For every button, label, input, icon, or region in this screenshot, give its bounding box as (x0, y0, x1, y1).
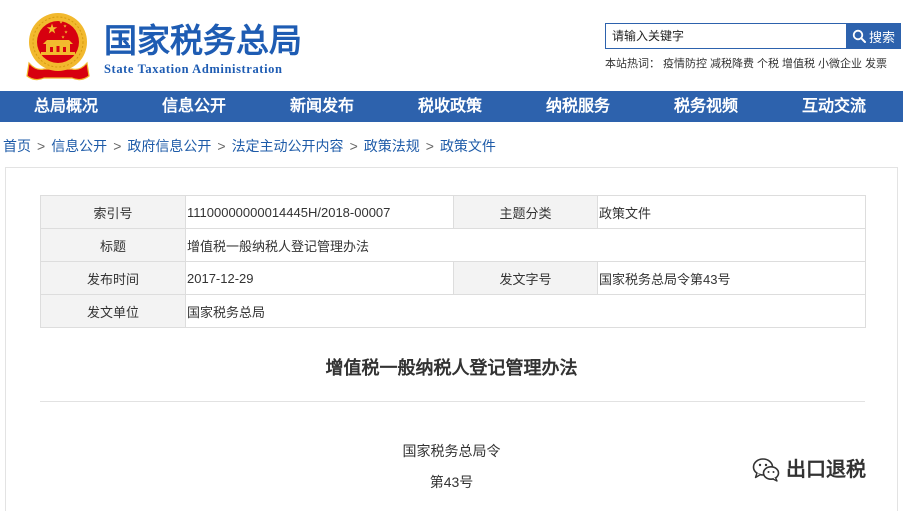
hot-words: 本站热词： 疫情防控 减税降费 个税 增值税 小微企业 发票 (605, 57, 887, 71)
breadcrumb-item[interactable]: 法定主动公开内容 (232, 138, 344, 154)
national-emblem-icon[interactable] (26, 11, 90, 83)
hot-word-link[interactable]: 小微企业 (818, 57, 862, 71)
site-subtitle-en: State Taxation Administration (104, 62, 283, 76)
search-bar: 搜索 (605, 23, 901, 49)
info-value-topic: 政策文件 (597, 195, 866, 229)
breadcrumb-item[interactable]: 信息公开 (51, 138, 107, 154)
breadcrumb-separator: > (113, 138, 122, 154)
info-label-index-no: 索引号 (40, 195, 186, 229)
document-info-table: 索引号 11100000000014445H/2018-00007 主题分类 政… (40, 195, 866, 328)
info-value-doc-no: 国家税务总局令第43号 (597, 261, 866, 295)
nav-item-tax-policy[interactable]: 税收政策 (386, 91, 514, 122)
table-row: 发布时间 2017-12-29 发文字号 国家税务总局令第43号 (40, 261, 866, 295)
breadcrumb-separator: > (217, 138, 226, 154)
site-header: 国家税务总局 State Taxation Administration 搜索 … (0, 0, 903, 91)
search-button[interactable]: 搜索 (846, 23, 901, 49)
info-label-issuer: 发文单位 (40, 294, 186, 328)
title-divider (40, 401, 865, 402)
nav-item-tax-video[interactable]: 税务视频 (642, 91, 770, 122)
nav-item-news[interactable]: 新闻发布 (258, 91, 386, 122)
breadcrumb-separator: > (349, 138, 358, 154)
breadcrumb-separator: > (37, 138, 46, 154)
table-row: 发文单位 国家税务总局 (40, 294, 866, 328)
site-title[interactable]: 国家税务总局 (104, 21, 302, 61)
hot-words-label: 本站热词： (605, 58, 660, 70)
nav-item-interaction[interactable]: 互动交流 (770, 91, 898, 122)
nav-item-overview[interactable]: 总局概况 (2, 91, 130, 122)
search-icon (852, 29, 866, 43)
hot-word-link[interactable]: 增值税 (782, 57, 815, 71)
wechat-icon (752, 458, 780, 482)
hot-word-link[interactable]: 疫情防控 (663, 57, 707, 71)
breadcrumb: 首页 > 信息公开 > 政府信息公开 > 法定主动公开内容 > 政策法规 > 政策文件 (3, 137, 496, 155)
table-row: 索引号 11100000000014445H/2018-00007 主题分类 政… (40, 195, 866, 229)
table-row: 标题 增值税一般纳税人登记管理办法 (40, 228, 866, 262)
watermark: 出口退税 (752, 456, 866, 484)
breadcrumb-item[interactable]: 首页 (3, 138, 31, 154)
nav-item-tax-service[interactable]: 纳税服务 (514, 91, 642, 122)
info-label-doc-no: 发文字号 (453, 261, 598, 295)
article-title: 增值税一般纳税人登记管理办法 (325, 358, 578, 378)
watermark-text: 出口退税 (786, 459, 866, 481)
info-label-publish-date: 发布时间 (40, 261, 186, 295)
breadcrumb-item[interactable]: 政府信息公开 (127, 138, 211, 154)
info-value-issuer: 国家税务总局 (185, 294, 866, 328)
nav-item-info-disclosure[interactable]: 信息公开 (130, 91, 258, 122)
hot-word-link[interactable]: 发票 (865, 57, 887, 71)
hot-word-link[interactable]: 减税降费 (710, 57, 754, 71)
info-value-publish-date: 2017-12-29 (185, 261, 454, 295)
info-label-topic: 主题分类 (453, 195, 598, 229)
breadcrumb-separator: > (425, 138, 434, 154)
info-label-title: 标题 (40, 228, 186, 262)
search-button-label: 搜索 (868, 29, 895, 45)
main-nav: 总局概况 信息公开 新闻发布 税收政策 纳税服务 税务视频 互动交流 (0, 91, 903, 122)
breadcrumb-item[interactable]: 政策文件 (440, 138, 496, 154)
info-value-index-no: 11100000000014445H/2018-00007 (185, 195, 454, 229)
hot-word-link[interactable]: 个税 (757, 57, 779, 71)
breadcrumb-item[interactable]: 政策法规 (364, 138, 420, 154)
info-value-title: 增值税一般纳税人登记管理办法 (185, 228, 866, 262)
search-input[interactable] (605, 23, 846, 49)
